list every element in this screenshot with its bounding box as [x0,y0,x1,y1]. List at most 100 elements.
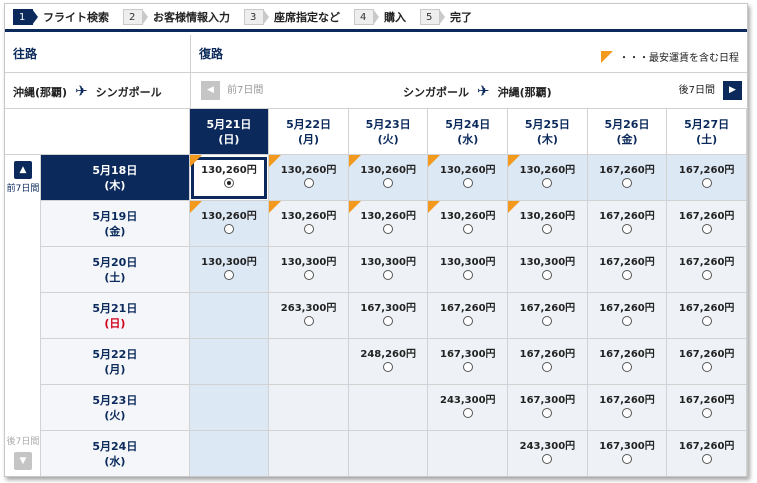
next-week-button[interactable]: ▶ [723,81,742,100]
prev-week-button[interactable]: ◀ [201,81,220,100]
fare-radio[interactable] [462,407,473,418]
fare-radio[interactable] [621,177,632,188]
fare-radio[interactable] [383,269,394,280]
fare-radio[interactable] [542,407,553,418]
fare-cell[interactable]: 243,300円 [427,384,509,431]
fare-cell[interactable]: 130,300円 [268,246,349,293]
fare-radio[interactable] [303,223,314,234]
fare-cell[interactable]: 130,300円 [427,246,509,293]
fare-cell[interactable]: 167,260円 [507,338,588,385]
fare-cell[interactable]: 167,260円 [586,338,668,385]
fare-cell[interactable]: 167,260円 [586,200,668,247]
fare-cell[interactable]: 130,260円 [507,200,588,247]
next-days-down-button[interactable]: ▼ [14,452,32,470]
fare-radio[interactable] [701,453,712,464]
fare-radio[interactable] [621,407,632,418]
fare-radio[interactable] [303,315,314,326]
fare-cell[interactable]: 167,260円 [586,246,668,293]
fare-radio[interactable] [223,223,234,234]
outbound-date-header[interactable]: 5月22日 (月) [40,338,190,385]
fare-radio[interactable] [223,269,234,280]
fare-cell[interactable]: 130,260円 [427,154,509,201]
fare-cell[interactable]: 167,260円 [666,246,747,293]
fare-cell[interactable]: 167,300円 [586,430,668,476]
fare-radio[interactable] [303,269,314,280]
fare-cell[interactable]: 167,260円 [507,292,588,339]
fare-radio[interactable] [621,223,632,234]
fare-cell[interactable]: 130,300円 [347,246,429,293]
fare-cell[interactable]: 167,300円 [427,338,509,385]
fare-cell[interactable]: 130,260円 [347,154,429,201]
fare-cell[interactable]: 167,260円 [666,338,747,385]
fare-cell[interactable]: 167,300円 [347,292,429,339]
fare-cell[interactable]: 167,260円 [586,154,668,201]
fare-cell[interactable]: 167,260円 [666,200,747,247]
fare-radio[interactable] [462,223,473,234]
fare-radio[interactable] [701,269,712,280]
prev-days-label[interactable]: 前7日間 [5,183,41,195]
fare-cell[interactable]: 167,260円 [666,292,747,339]
fare-radio[interactable] [223,177,234,188]
return-date-header[interactable]: 5月21日 (日) [188,108,270,155]
fare-radio[interactable] [462,361,473,372]
fare-radio[interactable] [542,177,553,188]
return-date-header[interactable]: 5月22日 (月) [268,108,349,155]
next-week-label[interactable]: 後7日間 [679,74,715,108]
fare-radio[interactable] [462,177,473,188]
fare-cell[interactable]: 167,300円 [507,384,588,431]
outbound-date-header[interactable]: 5月19日 (金) [40,200,190,247]
return-date-header[interactable]: 5月23日 (火) [347,108,429,155]
fare-radio[interactable] [621,453,632,464]
fare-radio[interactable] [701,361,712,372]
fare-cell[interactable]: 130,260円 [507,154,588,201]
fare-cell[interactable]: 130,260円 [347,200,429,247]
fare-cell[interactable]: 248,260円 [347,338,429,385]
prev-week-label[interactable]: 前7日間 [227,74,263,108]
fare-radio[interactable] [542,315,553,326]
fare-cell[interactable]: 130,260円 [268,200,349,247]
fare-cell[interactable]: 130,260円 [268,154,349,201]
fare-cell[interactable]: 167,260円 [586,292,668,339]
fare-cell[interactable]: 130,300円 [507,246,588,293]
fare-radio[interactable] [701,177,712,188]
fare-radio[interactable] [621,269,632,280]
fare-radio[interactable] [542,361,553,372]
fare-radio[interactable] [621,361,632,372]
return-date-header[interactable]: 5月27日 (土) [666,108,747,155]
fare-cell[interactable]: 167,260円 [666,384,747,431]
fare-cell[interactable]: 130,300円 [188,246,270,293]
outbound-date-header[interactable]: 5月21日 (日) [40,292,190,339]
outbound-date-header[interactable]: 5月20日 (土) [40,246,190,293]
fare-radio[interactable] [701,407,712,418]
outbound-date-header[interactable]: 5月18日 (木) [40,154,190,201]
next-days-label[interactable]: 後7日間 [5,436,41,448]
fare-radio[interactable] [383,315,394,326]
fare-radio[interactable] [542,453,553,464]
return-date-header[interactable]: 5月24日 (水) [427,108,509,155]
fare-radio[interactable] [621,315,632,326]
return-date-header[interactable]: 5月25日 (木) [507,108,588,155]
fare-radio[interactable] [542,223,553,234]
fare-cell[interactable]: 130,260円 [188,154,270,201]
fare-radio[interactable] [701,315,712,326]
outbound-date-header[interactable]: 5月24日 (水) [40,430,190,476]
fare-radio[interactable] [462,315,473,326]
fare-radio[interactable] [542,269,553,280]
fare-cell[interactable]: 263,300円 [268,292,349,339]
fare-radio[interactable] [383,177,394,188]
outbound-date-header[interactable]: 5月23日 (火) [40,384,190,431]
fare-cell[interactable]: 130,260円 [427,200,509,247]
fare-cell[interactable]: 243,300円 [507,430,588,476]
fare-radio[interactable] [462,269,473,280]
fare-radio[interactable] [701,223,712,234]
return-date-header[interactable]: 5月26日 (金) [586,108,668,155]
fare-radio[interactable] [303,177,314,188]
fare-radio[interactable] [383,361,394,372]
fare-cell[interactable]: 130,260円 [188,200,270,247]
prev-days-up-button[interactable]: ▲ [14,161,32,179]
fare-cell[interactable]: 167,260円 [586,384,668,431]
fare-cell[interactable]: 167,260円 [666,430,747,476]
fare-radio[interactable] [383,223,394,234]
fare-cell[interactable]: 167,260円 [427,292,509,339]
fare-cell[interactable]: 167,260円 [666,154,747,201]
